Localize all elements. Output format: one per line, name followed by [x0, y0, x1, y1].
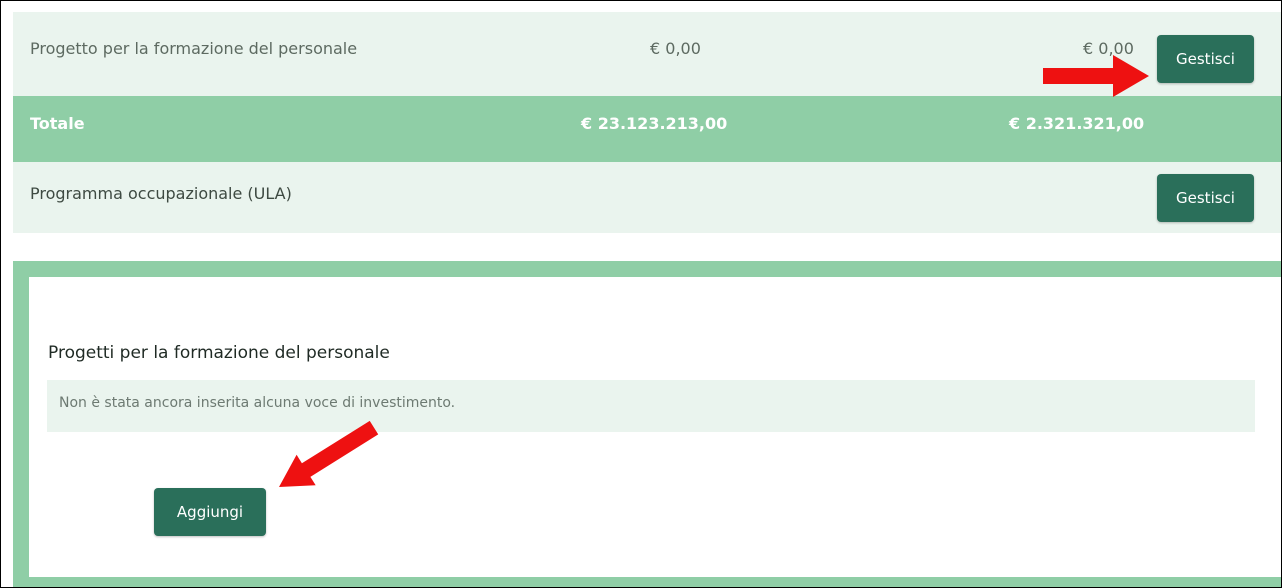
table-row-ula: Programma occupazionale (ULA) Gestisci [13, 162, 1281, 233]
row-label: Programma occupazionale (ULA) [30, 184, 292, 203]
empty-state-box: Non è stata ancora inserita alcuna voce … [47, 380, 1255, 432]
page-frame: Progetto per la formazione del personale… [0, 0, 1282, 588]
manage-training-button[interactable]: Gestisci [1157, 35, 1254, 83]
manage-ula-button[interactable]: Gestisci [1157, 174, 1254, 222]
empty-state-message: Non è stata ancora inserita alcuna voce … [59, 395, 456, 411]
total-label: Totale [30, 114, 85, 133]
panel-body: Progetti per la formazione del personale… [29, 277, 1281, 577]
training-projects-panel: Progetti per la formazione del personale… [13, 261, 1281, 587]
table-row-training-project: Progetto per la formazione del personale… [13, 12, 1281, 96]
row-amount-granted: € 0,00 [1083, 39, 1134, 58]
table-row-total: Totale € 23.123.213,00 € 2.321.321,00 [13, 96, 1281, 162]
panel-title: Progetti per la formazione del personale [48, 343, 390, 363]
row-amount-requested: € 0,00 [650, 39, 701, 58]
total-amount-requested: € 23.123.213,00 [581, 114, 728, 133]
row-label: Progetto per la formazione del personale [30, 39, 358, 58]
add-button[interactable]: Aggiungi [154, 488, 266, 536]
total-amount-granted: € 2.321.321,00 [1009, 114, 1145, 133]
